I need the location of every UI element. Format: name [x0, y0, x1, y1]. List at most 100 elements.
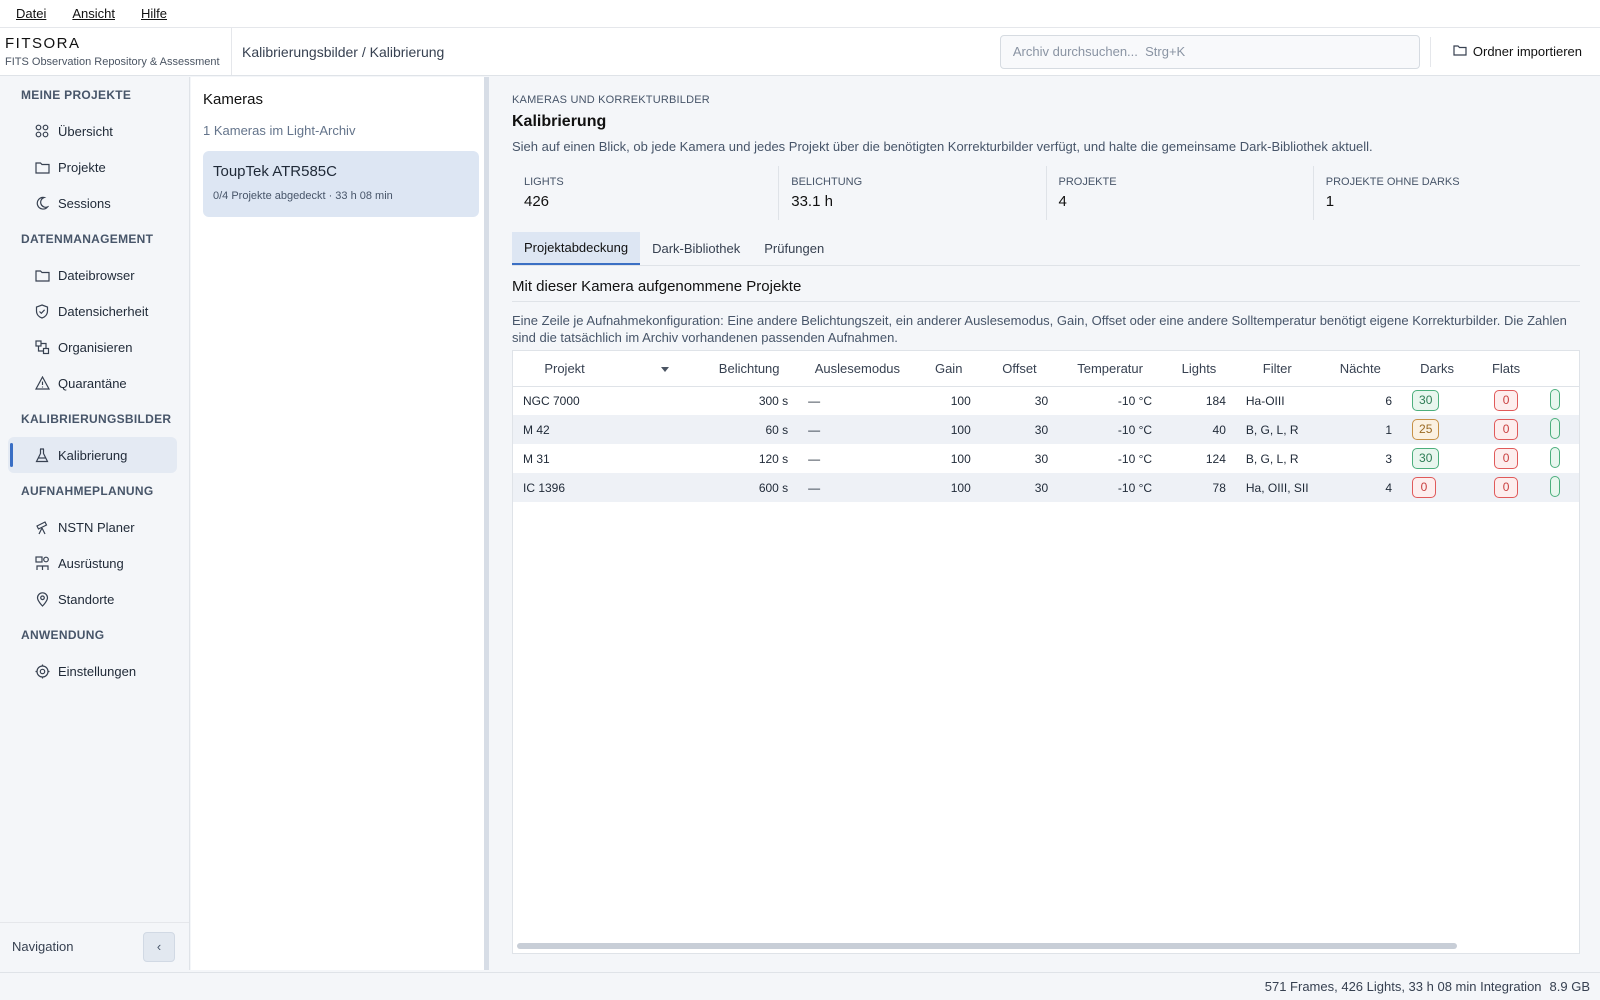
darks-count-badge[interactable]: 25 [1412, 419, 1440, 440]
telescope-icon [34, 519, 50, 535]
cell-lights: 78 [1162, 473, 1236, 502]
nav-section-header: ANWENDUNG [21, 628, 105, 642]
app-header: FITSORA FITS Observation Repository & As… [0, 28, 1600, 76]
moon-icon [34, 195, 50, 211]
column-header-projekt[interactable]: Projekt [513, 351, 701, 387]
warning-icon [34, 375, 50, 391]
stat-value: 426 [524, 193, 550, 210]
sidebar-item-nstn-planer[interactable]: NSTN Planer [0, 509, 189, 545]
sidebar-item-ausrüstung[interactable]: Ausrüstung [0, 545, 189, 581]
navigation-label: Navigation [12, 939, 74, 954]
column-header-filter[interactable]: Filter [1235, 351, 1319, 387]
cell-gain: 100 [950, 451, 971, 466]
search-input[interactable] [999, 34, 1420, 69]
collapse-sidebar-button[interactable]: ‹ [143, 931, 175, 962]
cell-nights: 4 [1318, 473, 1403, 502]
column-header-naechte[interactable]: Nächte [1318, 351, 1403, 387]
darks-count-badge[interactable]: 30 [1412, 390, 1440, 412]
cell-exposure: 60 s [700, 415, 799, 444]
cameras-title: Kameras [203, 91, 264, 108]
stat-label: LIGHTS [524, 176, 564, 188]
cell-temp: -10 °C [1117, 393, 1153, 408]
sidebar-item-label: Standorte [58, 591, 115, 607]
table-row[interactable]: NGC 7000 300 s — 100 30 -10 °C 184 Ha-OIII 6 30 0 [513, 386, 1579, 415]
cell-gain: 100 [950, 393, 971, 408]
cell-flats: 0 [1472, 444, 1540, 473]
sidebar-item-label: Projekte [58, 159, 106, 175]
section-description: Eine Zeile je Aufnahmekonfiguration: Ein… [512, 313, 1567, 345]
menu-ansicht[interactable]: Ansicht [64, 6, 123, 21]
column-header-belichtung[interactable]: Belichtung [700, 351, 799, 387]
cell-readout: — [798, 415, 917, 444]
tab-pruefungen[interactable]: Prüfungen [752, 232, 836, 265]
flats-count-badge[interactable]: 0 [1494, 419, 1519, 440]
column-header-offset[interactable]: Offset [980, 351, 1059, 387]
column-header-darks[interactable]: Darks [1402, 351, 1473, 387]
sidebar-item-projekte[interactable]: Projekte [0, 149, 189, 185]
sidebar-item-datensicherheit[interactable]: Datensicherheit [0, 293, 189, 329]
sidebar-item-einstellungen[interactable]: Einstellungen [0, 653, 189, 689]
cell-offset: 30 [980, 415, 1059, 444]
import-folder-button[interactable]: Ordner importieren [1431, 28, 1600, 75]
horizontal-scrollbar[interactable] [517, 943, 1457, 949]
sort-desc-icon [660, 366, 669, 372]
cell-filter: Ha-OIII [1245, 393, 1285, 408]
table-row[interactable]: M 42 60 s —100 30 -10 °C 40 B, G, L, R 1 25 0 [513, 415, 1579, 444]
flats-count-badge[interactable]: 0 [1494, 448, 1519, 469]
status-size: 8.9 GB [1549, 979, 1590, 994]
sidebar-item-kalibrierung[interactable]: Kalibrierung [8, 437, 177, 473]
cell-darks: 30 [1402, 386, 1472, 415]
sidebar-item-dateibrowser[interactable]: Dateibrowser [0, 257, 189, 293]
column-header-label: Projekt [544, 360, 585, 376]
sidebar-item-label: Ausrüstung [58, 555, 124, 571]
menu-hilfe[interactable]: Hilfe [133, 6, 175, 21]
cell-temp: -10 °C [1058, 473, 1163, 502]
column-header-flats[interactable]: Flats [1472, 351, 1540, 387]
flats-count-badge[interactable]: 0 [1494, 477, 1519, 498]
sidebar-item-standorte[interactable]: Standorte [0, 581, 189, 617]
sidebar-item-sessions[interactable]: Sessions [0, 185, 189, 221]
cell-project: M 31 [523, 451, 550, 466]
camera-coverage: 0/4 Projekte abgedeckt · 33 h 08 min [213, 190, 393, 202]
flats-count-badge[interactable]: 0 [1494, 390, 1519, 412]
sidebar-item-übersicht[interactable]: Übersicht [0, 113, 189, 149]
column-header-gain[interactable]: Gain [916, 351, 981, 387]
cell-readout: — [808, 393, 821, 408]
cell-readout: — [808, 451, 821, 466]
column-header-extra [1539, 351, 1579, 387]
organize-icon [34, 339, 50, 355]
sidebar-item-organisieren[interactable]: Organisieren [0, 329, 189, 365]
tab-projektabdeckung[interactable]: Projektabdeckung [512, 232, 641, 265]
sidebar: MEINE PROJEKTE Übersicht Projekte Sessions D… [0, 77, 190, 970]
overflow-badge [1549, 388, 1560, 410]
column-header-auslesemodus[interactable]: Auslesemodus [798, 351, 917, 387]
darks-count-badge[interactable]: 0 [1412, 477, 1437, 498]
cell-extra [1539, 473, 1579, 502]
tab-bar: Projektabdeckung Dark-Bibliothek Prüfung… [512, 232, 1580, 266]
app-subtitle: FITS Observation Repository & Assessment [5, 56, 220, 68]
tab-dark-bibliothek[interactable]: Dark-Bibliothek [640, 232, 752, 265]
cameras-panel: Kameras 1 Kameras im Light-Archiv ToupTe… [191, 77, 489, 970]
column-header-lights[interactable]: Lights [1162, 351, 1236, 387]
column-header-temperatur[interactable]: Temperatur [1058, 351, 1163, 387]
page-eyebrow: KAMERAS UND KORREKTURBILDER [512, 94, 710, 106]
brand: FITSORA FITS Observation Repository & As… [0, 28, 232, 75]
cell-darks: 30 [1402, 444, 1472, 473]
camera-card[interactable]: ToupTek ATR585C 0/4 Projekte abgedeckt ·… [203, 151, 479, 217]
menu-datei[interactable]: Datei [8, 6, 54, 21]
menu-ansicht-label: Ansicht [72, 6, 115, 21]
table-row[interactable]: M 31 120 s — 100 30 -10 °C 124 B, G, L, R 3 30 0 [513, 444, 1579, 473]
cell-filter: B, G, L, R [1235, 415, 1319, 444]
sidebar-item-quarantäne[interactable]: Quarantäne [0, 365, 189, 401]
darks-count-badge[interactable]: 30 [1412, 448, 1440, 469]
cell-readout: — [798, 473, 917, 502]
cell-exposure: 600 s [700, 473, 799, 502]
page-title: Kalibrierung [512, 113, 607, 130]
breadcrumb: Kalibrierungsbilder / Kalibrierung [242, 43, 445, 60]
cell-offset: 30 [1034, 451, 1049, 466]
sidebar-item-label: Übersicht [58, 123, 113, 139]
table-body: NGC 7000 300 s —100 30 -10 °C 184 Ha-OIII 6 30 0 M… [513, 386, 1579, 502]
table-row[interactable]: IC 1396 600 s —100 30 -10 °C 78 Ha, OIII, SII 4… [513, 473, 1579, 502]
nav-section-header: MEINE PROJEKTE [21, 88, 132, 102]
menu-hilfe-label: Hilfe [141, 6, 168, 21]
